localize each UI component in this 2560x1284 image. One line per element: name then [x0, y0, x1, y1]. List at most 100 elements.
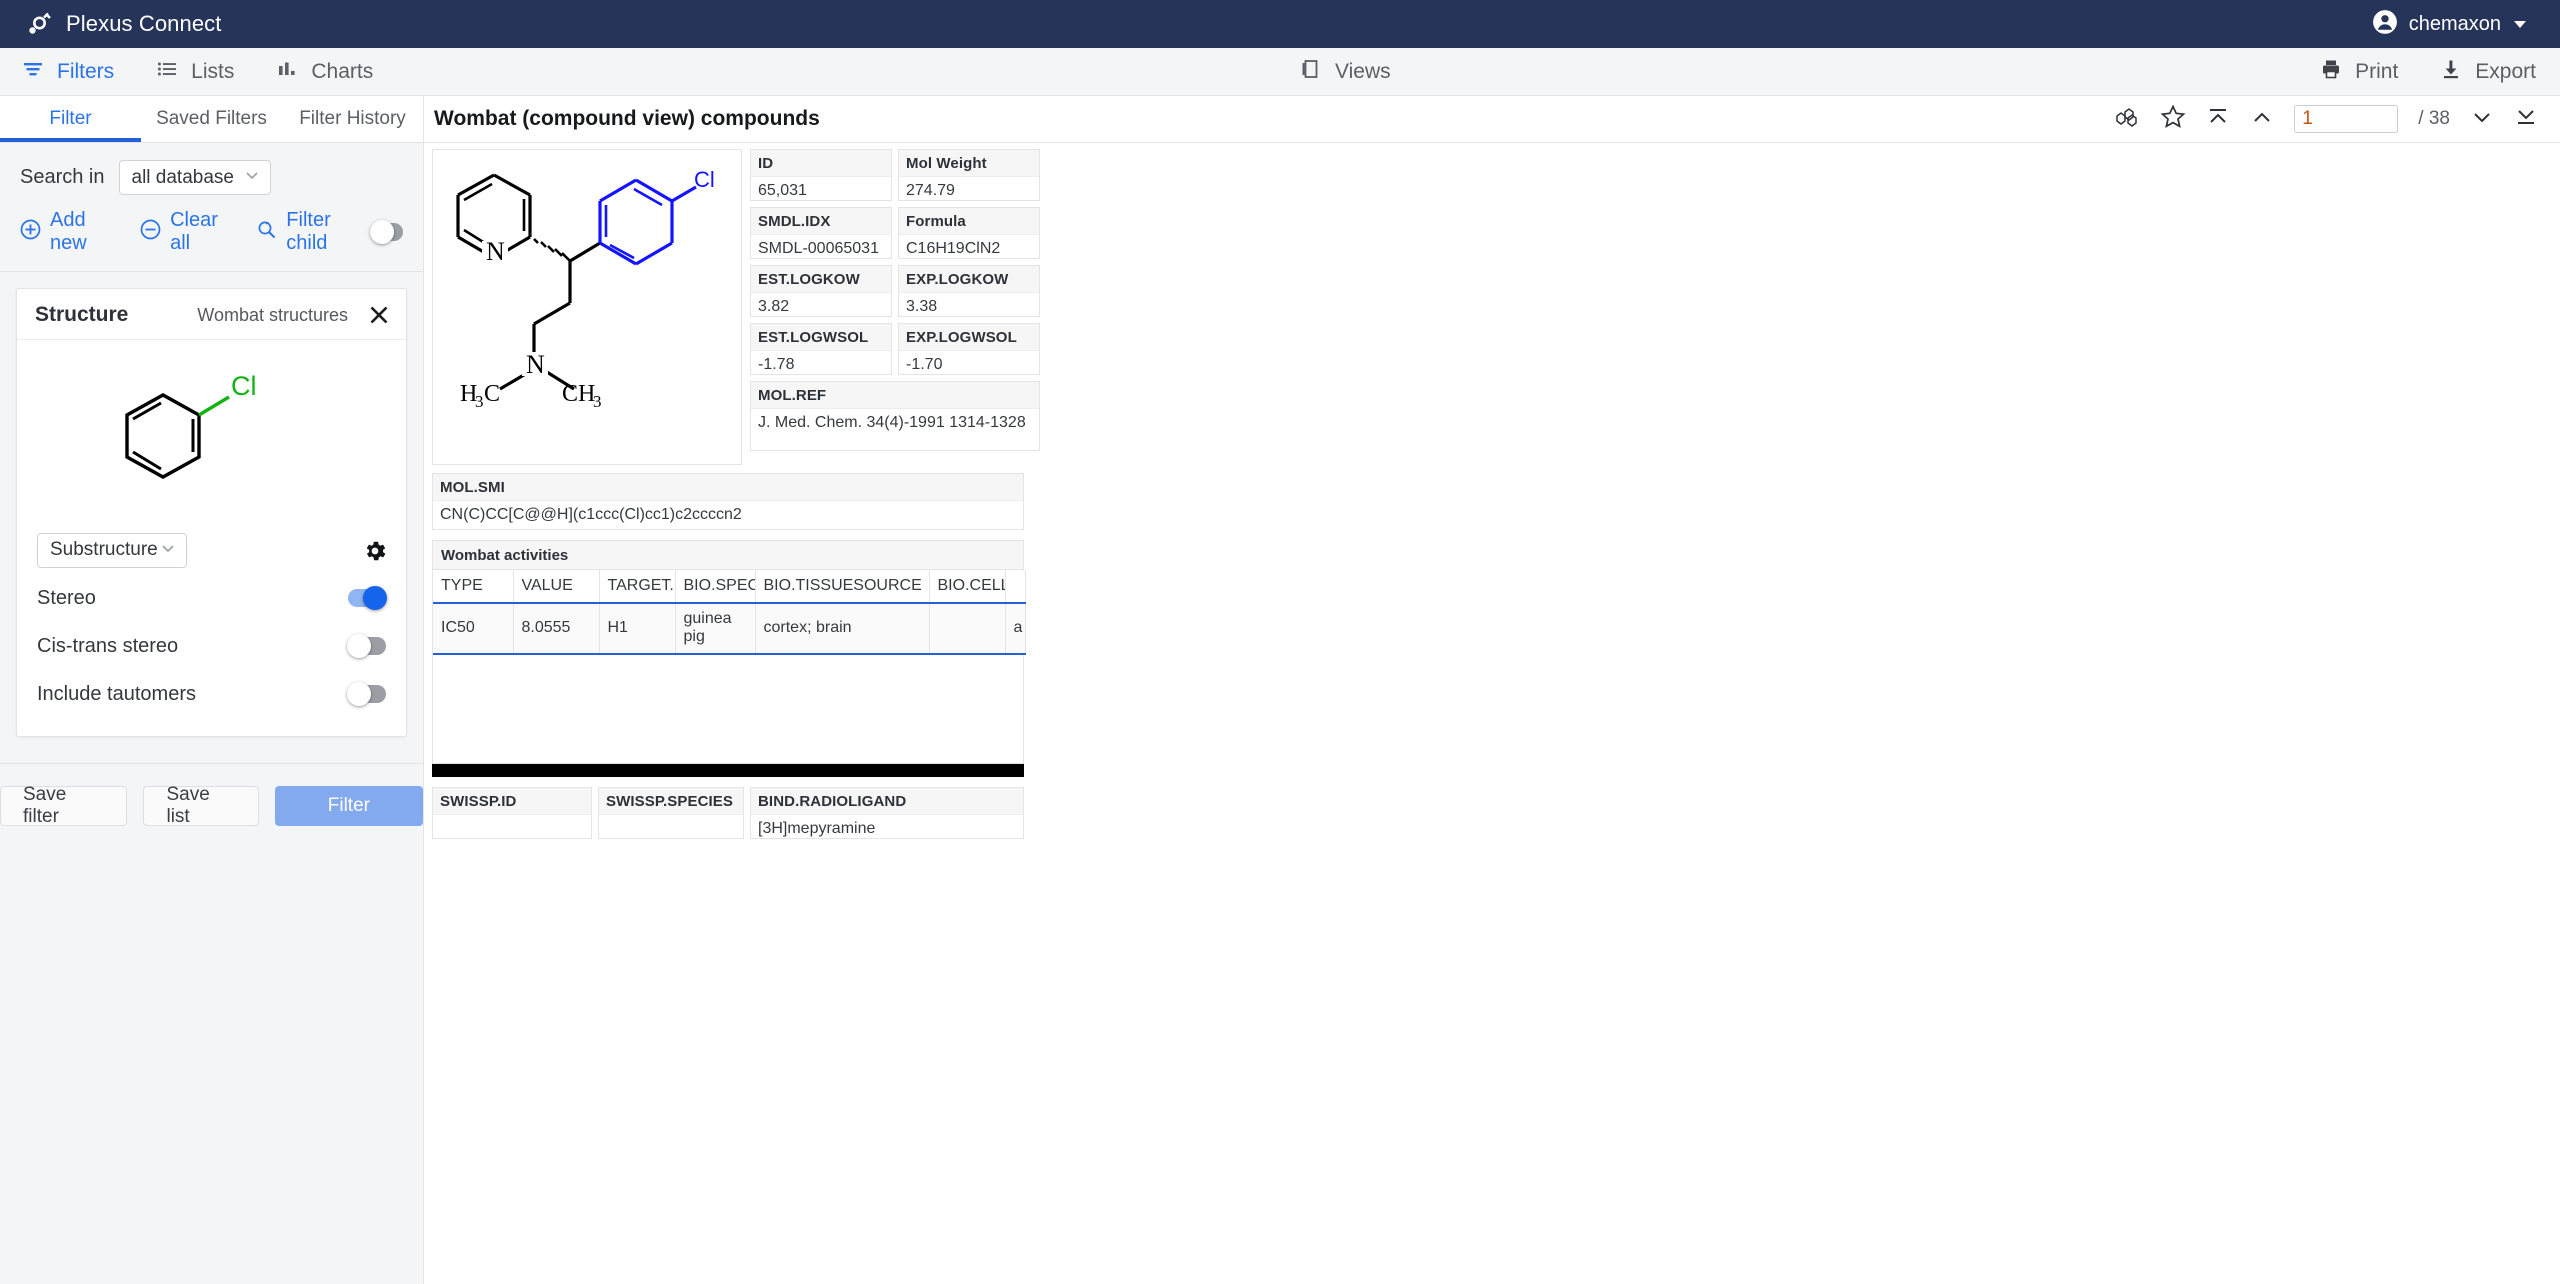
field-formula-label: Formula	[899, 208, 1039, 235]
stereo-label: Stereo	[37, 586, 96, 609]
col-type[interactable]: TYPE	[433, 570, 514, 604]
cell-value: 8.0555	[513, 603, 600, 655]
search-type-value: Substructure	[50, 539, 158, 560]
table-row[interactable]: IC50 8.0555 H1 guinea pig cortex; brain …	[433, 603, 1026, 655]
cis-trans-toggle[interactable]	[347, 634, 386, 658]
nav-label-filters: Filters	[57, 59, 115, 83]
molecule-icon[interactable]	[2114, 104, 2140, 135]
plus-circle-icon	[20, 219, 41, 245]
stereo-toggle[interactable]	[348, 586, 387, 610]
record-structure-cell[interactable]: N N H 3 C CH 3 Cl	[432, 149, 742, 465]
search-type-row: Substructure	[37, 526, 386, 574]
search-in-select[interactable]: all database	[118, 160, 271, 195]
horizontal-scrollbar[interactable]	[432, 763, 1024, 777]
field-formula: Formula C16H19ClN2	[898, 207, 1040, 259]
option-row-stereo: Stereo	[37, 574, 387, 622]
printer-icon	[2320, 58, 2342, 85]
field-swissp-species: SWISSP.SPECIES	[598, 786, 744, 839]
filter-child-control[interactable]: Filter child	[256, 209, 403, 255]
wombat-activities-table: Wombat activities TYPE VALUE TARGET.NA B…	[432, 540, 1026, 764]
col-target-na[interactable]: TARGET.NA	[599, 570, 676, 604]
clear-all-button[interactable]: Clear all	[140, 209, 230, 255]
close-icon[interactable]	[368, 304, 390, 326]
save-filter-button[interactable]: Save filter	[0, 784, 128, 827]
nav-label-lists: Lists	[191, 59, 235, 83]
search-in-row: Search in all database	[0, 143, 423, 205]
record-view-panel: Wombat (compound view) compounds 1 / 38 …	[424, 96, 2560, 1284]
structure-sketch-preview[interactable]: Cl	[17, 340, 406, 522]
field-est-logkow: EST.LOGKOW 3.82	[750, 265, 892, 317]
tab-filter-history-label: Filter History	[299, 108, 406, 129]
previous-record-icon[interactable]	[2250, 105, 2274, 134]
filter-actions-row: Add new Clear all Filter child	[0, 205, 423, 272]
next-record-icon[interactable]	[2470, 105, 2494, 134]
first-record-icon[interactable]	[2206, 105, 2230, 134]
filter-sidebar: Filter Saved Filters Filter History Sear…	[0, 96, 424, 1284]
nav-label-views: Views	[1335, 59, 1391, 83]
field-bind-radioligand-value: [3H]mepyramine	[758, 819, 876, 837]
svg-text:N: N	[486, 237, 505, 266]
col-bio-specie[interactable]: BIO.SPECIE	[675, 570, 756, 604]
col-value[interactable]: VALUE	[513, 570, 600, 604]
col-bio-cell[interactable]: BIO.CELL	[929, 570, 1006, 604]
field-mol-weight-label: Mol Weight	[899, 150, 1039, 177]
nav-item-charts[interactable]: Charts	[276, 58, 373, 85]
field-mol-smi-value: CN(C)CC[C@@H](c1ccc(Cl)cc1)c2ccccn2	[440, 506, 742, 523]
nav-label-charts: Charts	[311, 59, 374, 83]
structure-card-wrapper: Structure Wombat structures Cl Substruct…	[0, 272, 423, 737]
nav-item-views[interactable]: Views	[1300, 58, 1391, 85]
field-mol-weight: Mol Weight 274.79	[898, 149, 1040, 201]
field-swissp-species-value	[599, 815, 743, 825]
cell-bio-specie: guinea pig	[675, 603, 756, 655]
export-button[interactable]: Export	[2440, 58, 2536, 85]
field-swissp-id-label: SWISSP.ID	[433, 787, 591, 815]
field-bind-radioligand-label: BIND.RADIOLIGAND	[751, 787, 1023, 815]
field-exp-logkow-label: EXP.LOGKOW	[899, 266, 1039, 293]
field-smdl-idx: SMDL.IDX SMDL-00065031	[750, 207, 892, 259]
list-icon	[156, 58, 178, 85]
add-new-label: Add new	[50, 209, 87, 254]
col-bio-tissuesource[interactable]: BIO.TISSUESOURCE	[755, 570, 930, 604]
search-type-select[interactable]: Substructure	[37, 532, 187, 568]
views-icon	[1300, 58, 1322, 85]
structure-card-header: Structure Wombat structures	[17, 289, 406, 340]
tab-filter[interactable]: Filter	[0, 96, 141, 142]
tab-saved-filters-label: Saved Filters	[156, 108, 267, 129]
account-menu[interactable]: chemaxon	[2372, 9, 2534, 40]
filter-child-toggle[interactable]	[370, 220, 403, 244]
print-button[interactable]: Print	[2320, 58, 2398, 85]
tautomers-toggle[interactable]	[347, 682, 386, 706]
field-exp-logkow-value: 3.38	[906, 298, 938, 315]
tautomers-label: Include tautomers	[37, 682, 196, 705]
tab-filter-history[interactable]: Filter History	[282, 96, 423, 142]
cell-type: IC50	[433, 603, 514, 655]
last-record-icon[interactable]	[2514, 105, 2538, 134]
field-mol-smi: MOL.SMI CN(C)CC[C@@H](c1ccc(Cl)cc1)c2ccc…	[432, 473, 1024, 530]
chevron-down-icon	[160, 540, 176, 561]
nav-item-filters[interactable]: Filters	[22, 58, 114, 85]
structure-card-title: Structure	[35, 303, 129, 326]
plexus-logo-icon	[26, 11, 52, 37]
filter-button[interactable]: Filter	[274, 786, 423, 826]
app-header: Plexus Connect chemaxon	[0, 0, 2560, 48]
field-swissp-species-label: SWISSP.SPECIES	[599, 787, 743, 815]
chevron-down-icon	[244, 167, 260, 188]
wombat-activities-title: Wombat activities	[433, 541, 1023, 570]
field-swissp-id-value	[433, 815, 591, 825]
cis-trans-label: Cis-trans stereo	[37, 634, 179, 657]
field-mol-ref-label: MOL.REF	[751, 382, 1039, 409]
field-exp-logkow: EXP.LOGKOW 3.38	[898, 265, 1040, 317]
activities-empty-space	[433, 654, 1023, 763]
nav-left-group: Filters Lists Charts	[0, 58, 373, 85]
field-est-logkow-value: 3.82	[758, 298, 790, 315]
svg-text:Cl: Cl	[694, 167, 715, 192]
save-list-button[interactable]: Save list	[143, 784, 259, 827]
nav-item-lists[interactable]: Lists	[156, 58, 234, 85]
tab-saved-filters[interactable]: Saved Filters	[141, 96, 282, 142]
star-icon[interactable]	[2160, 104, 2186, 135]
col-overflow[interactable]	[1005, 570, 1026, 604]
search-refresh-icon	[256, 219, 277, 245]
page-number-input[interactable]	[2294, 105, 2399, 133]
gear-icon[interactable]	[362, 538, 386, 562]
add-new-button[interactable]: Add new	[20, 209, 114, 255]
